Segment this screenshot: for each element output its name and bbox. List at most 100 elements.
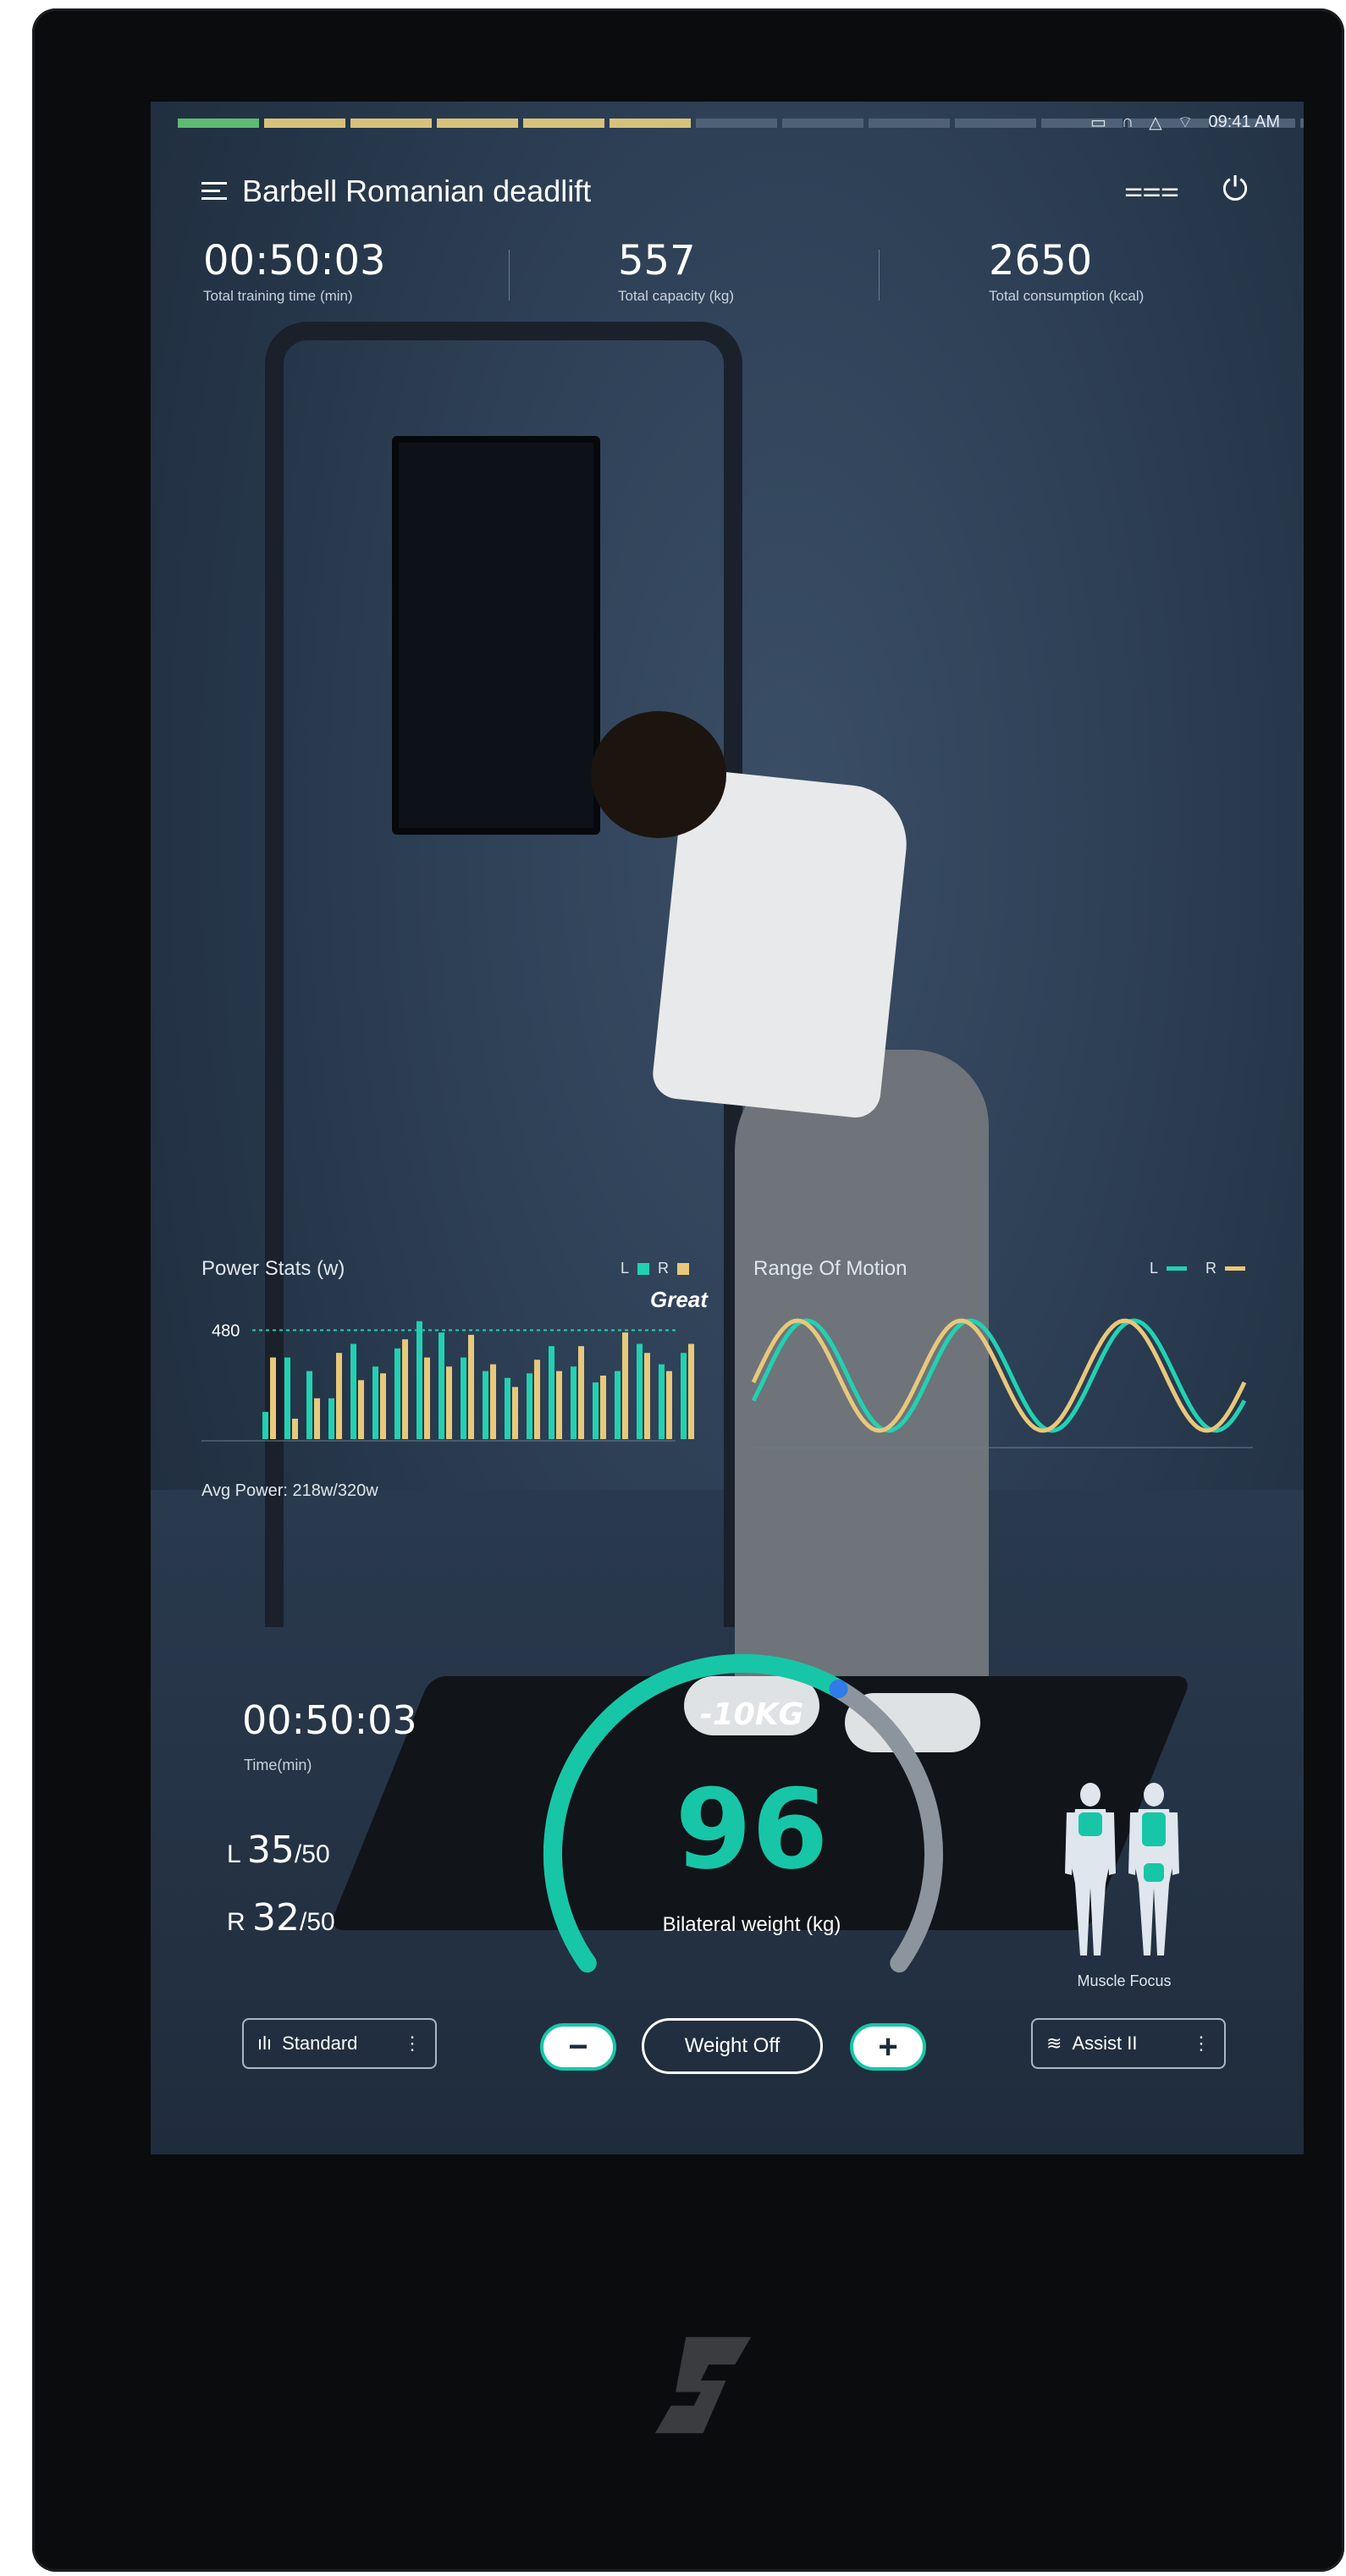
muscle-focus-figure: [1065, 1783, 1179, 1955]
power-bar-l: [505, 1377, 510, 1439]
unlink-icon: ⩶: [1124, 172, 1180, 207]
weight-delta: -10KG: [699, 1697, 804, 1732]
headphones-icon: ∩: [1121, 113, 1134, 131]
rom-chart: [751, 1318, 1253, 1448]
power-bar-r: [270, 1357, 276, 1439]
power-bar-r: [600, 1376, 606, 1439]
power-bar-r: [534, 1360, 540, 1439]
power-bar-l: [372, 1366, 378, 1439]
power-bar-l: [483, 1371, 488, 1439]
power-bar-l: [681, 1353, 687, 1439]
power-bar-l: [306, 1371, 312, 1439]
power-bar-r: [402, 1339, 408, 1439]
power-bar-r: [314, 1398, 320, 1439]
person-head: [591, 711, 726, 838]
power-bar-l: [262, 1411, 268, 1439]
progress-segment: [350, 119, 432, 128]
power-bar-r: [666, 1371, 672, 1439]
assist-select[interactable]: ≋ Assist II ⋮: [1031, 2018, 1226, 2069]
updown-icon: ⋮: [1192, 2033, 1211, 2054]
exercise-title: Barbell Romanian deadlift: [242, 174, 592, 208]
power-bar-r: [292, 1418, 298, 1439]
weight-minus-button[interactable]: −: [540, 2023, 616, 2071]
left-reps: L 35/50: [227, 1829, 330, 1872]
status-time: 09:41 AM: [1208, 113, 1280, 131]
avg-power: Avg Power: 218w/320w: [201, 1481, 378, 1500]
power-bar-l: [394, 1348, 400, 1439]
app-screen: ▭ ∩ △ ⌔ 09:41 AM Barbell Romanian deadli…: [151, 102, 1304, 2154]
rom-legend: L R: [1150, 1260, 1246, 1277]
rom-line-l: [751, 1318, 1247, 1433]
power-bar-r: [644, 1353, 650, 1439]
power-bar-l: [284, 1357, 290, 1439]
power-stats-title: Power Stats (w): [201, 1257, 345, 1280]
progress-segment: [437, 119, 518, 128]
power-bar-l: [461, 1357, 466, 1439]
power-bar-r: [688, 1343, 694, 1439]
weight-value: 96: [675, 1765, 829, 1894]
power-bar-l: [571, 1366, 576, 1439]
power-button[interactable]: ⏻: [1213, 168, 1257, 212]
progress-segment: [610, 119, 691, 128]
power-icon: ⏻: [1222, 172, 1249, 207]
status-icons: ▭ ∩ △ ⌔ 09:41 AM: [1090, 112, 1280, 133]
unlink-button[interactable]: ⩶: [1124, 168, 1179, 212]
assist-icon: ≋: [1046, 2033, 1062, 2054]
weight-off-button[interactable]: Weight Off: [642, 2018, 823, 2074]
power-bar-r: [358, 1380, 364, 1439]
mode-select[interactable]: ılı Standard ⋮: [242, 2018, 437, 2069]
power-bar-r: [424, 1357, 430, 1439]
power-bar-l: [659, 1364, 665, 1439]
speediance-logo: [654, 2336, 752, 2434]
session-time-label: Time(min): [244, 1757, 312, 1773]
power-bar-l: [527, 1373, 532, 1439]
power-bar-l: [350, 1343, 356, 1439]
power-bar-r: [512, 1387, 518, 1439]
power-bar-l: [593, 1382, 599, 1439]
muscle-focus-label: Muscle Focus: [1077, 1972, 1172, 1989]
power-bar-l: [439, 1332, 444, 1439]
power-bar-r: [622, 1332, 628, 1439]
progress-segment: [782, 119, 863, 128]
stat-capacity: 557 Total capacity (kg): [618, 237, 734, 304]
power-bar-l: [416, 1321, 422, 1439]
power-reference-label: 480: [212, 1321, 240, 1340]
power-bar-r: [468, 1334, 474, 1439]
machine-mini-screen: [392, 436, 600, 835]
power-bar-l: [637, 1343, 643, 1439]
progress-segment: [1300, 119, 1304, 128]
stat-consumption: 2650 Total consumption (kcal): [989, 237, 1145, 304]
header: Barbell Romanian deadlift: [201, 174, 591, 209]
stat-training-time: 00:50:03 Total training time (min): [203, 237, 386, 304]
power-bar-r: [380, 1373, 386, 1439]
progress-segment: [696, 119, 777, 128]
progress-segment: [523, 119, 604, 128]
body-back-icon: [1128, 1783, 1179, 1955]
weight-plus-button[interactable]: +: [850, 2023, 926, 2071]
power-bar-l: [615, 1371, 621, 1439]
power-bar-r: [336, 1353, 342, 1439]
menu-icon[interactable]: [201, 182, 227, 201]
power-bar-r: [490, 1364, 496, 1439]
progress-segment: [264, 119, 345, 128]
tablet-device: ▭ ∩ △ ⌔ 09:41 AM Barbell Romanian deadli…: [32, 8, 1344, 2572]
power-bar-r: [578, 1346, 584, 1439]
progress-segment: [955, 119, 1036, 128]
power-bar-l: [328, 1398, 334, 1439]
weight-label: Bilateral weight (kg): [662, 1913, 841, 1936]
alert-icon: △: [1149, 113, 1162, 132]
power-bar-r: [556, 1371, 562, 1439]
power-legend: L R: [621, 1260, 690, 1277]
body-front-icon: [1065, 1783, 1116, 1955]
progress-segment: [178, 119, 259, 128]
waveform-icon: ılı: [257, 2033, 273, 2054]
cast-icon: ▭: [1090, 113, 1106, 132]
power-bar-r: [446, 1366, 452, 1439]
power-stats-chart: 480: [201, 1321, 694, 1442]
rom-title: Range Of Motion: [753, 1257, 907, 1280]
updown-icon: ⋮: [403, 2033, 422, 2054]
weight-gauge-tip: [829, 1680, 848, 1699]
progress-segment: [869, 119, 950, 128]
wifi-icon: ⌔: [1177, 113, 1194, 132]
right-reps: R 32/50: [227, 1896, 335, 1939]
